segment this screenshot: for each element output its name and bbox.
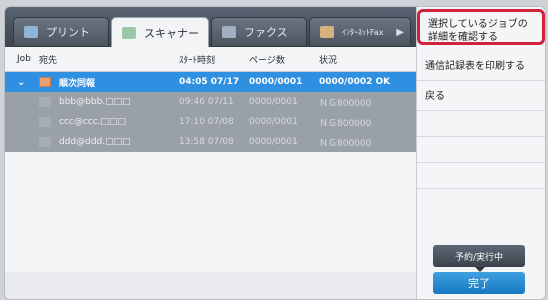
tab-label: ｲﾝﾀｰﾈｯﾄFax <box>342 27 384 37</box>
scanner-icon <box>122 26 136 39</box>
table-row[interactable]: ccc@ccc.□□□ 17:10 07/08 0000/0001 ＮＧ8000… <box>5 112 417 132</box>
next-tab-icon[interactable]: ▶ <box>396 27 404 38</box>
tab-label: ファクス <box>244 26 288 39</box>
col-time: ｽﾀｰﾄ時刻 <box>179 55 216 66</box>
table-row[interactable]: ddd@ddd.□□□ 13:58 07/08 0000/0001 ＮＧ8000… <box>5 132 417 152</box>
tab-scanner[interactable]: スキャナー <box>111 17 209 47</box>
panel-empty-slot <box>417 163 545 189</box>
job-status-screen: プリント スキャナー ファクス ｲﾝﾀｰﾈｯﾄFax ▶ Job 宛先 ｽﾀｰﾄ… <box>4 6 546 300</box>
tab-internet-fax[interactable]: ｲﾝﾀｰﾈｯﾄFax ▶ <box>309 17 411 47</box>
row-pages: 0000/0001 <box>249 97 298 107</box>
col-pages: ページ数 <box>249 55 285 66</box>
row-dest-text: bbb@bbb.□□□ <box>59 97 131 107</box>
fax-icon <box>222 26 236 38</box>
col-status: 状況 <box>319 55 338 66</box>
tab-label: スキャナー <box>144 26 199 40</box>
row-dest: ccc@ccc.□□□ <box>39 117 179 127</box>
tab-label: プリント <box>46 26 90 39</box>
row-time: 13:58 07/08 <box>179 137 234 147</box>
tab-fax[interactable]: ファクス <box>211 17 307 47</box>
envelope-icon <box>39 77 51 87</box>
check-job-details-label: 選択しているジョブの詳細を確認する <box>428 19 528 43</box>
tab-print[interactable]: プリント <box>13 17 109 47</box>
row-dest-text: ccc@ccc.□□□ <box>59 117 127 127</box>
row-dest: bbb@bbb.□□□ <box>39 97 179 107</box>
row-pages: 0000/0001 <box>249 137 298 147</box>
tab-bar: プリント スキャナー ファクス ｲﾝﾀｰﾈｯﾄFax ▶ <box>5 7 417 47</box>
row-status: ＮＧ800000 <box>319 138 372 149</box>
print-comm-log-button[interactable]: 通信記録表を印刷する <box>417 51 545 81</box>
panel-empty-slot <box>417 137 545 163</box>
check-job-details-button[interactable]: 選択しているジョブの詳細を確認する <box>417 9 545 45</box>
panel-empty-slot <box>417 111 545 137</box>
chevron-down-icon[interactable]: ⌄ <box>5 77 39 88</box>
row-time: 04:05 07/17 <box>179 77 240 87</box>
done-button[interactable]: 完了 <box>433 272 525 294</box>
envelope-icon <box>39 137 51 147</box>
row-dest-text: 順次同報 <box>59 78 96 89</box>
row-dest: 順次同報 <box>39 76 179 89</box>
row-dest: ddd@ddd.□□□ <box>39 137 179 147</box>
printer-icon <box>24 26 38 38</box>
right-panel: 選択しているジョブの詳細を確認する 通信記録表を印刷する 戻る 予約/実行中 完… <box>416 7 545 299</box>
table-row[interactable]: bbb@bbb.□□□ 09:46 07/11 0000/0001 ＮＧ8000… <box>5 92 417 112</box>
row-dest-text: ddd@ddd.□□□ <box>59 137 131 147</box>
row-status: ＮＧ800000 <box>319 98 372 109</box>
table-row[interactable]: ⌄ 順次同報 04:05 07/17 0000/0001 0000/0002 O… <box>5 72 417 92</box>
row-pages: 0000/0001 <box>249 117 298 127</box>
back-button[interactable]: 戻る <box>417 81 545 111</box>
back-label: 戻る <box>425 91 445 102</box>
row-status: 0000/0002 OK <box>319 77 391 87</box>
envelope-icon <box>39 117 51 127</box>
queue-running-button[interactable]: 予約/実行中 <box>433 245 525 267</box>
table-empty-area <box>5 152 417 272</box>
row-pages: 0000/0001 <box>249 77 303 87</box>
print-comm-log-label: 通信記録表を印刷する <box>425 61 525 72</box>
internet-fax-icon <box>320 26 334 38</box>
row-time: 17:10 07/08 <box>179 117 234 127</box>
envelope-icon <box>39 97 51 107</box>
row-time: 09:46 07/11 <box>179 97 234 107</box>
col-dest: 宛先 <box>39 55 58 66</box>
table-header: Job 宛先 ｽﾀｰﾄ時刻 ページ数 状況 <box>5 47 417 72</box>
job-table: Job 宛先 ｽﾀｰﾄ時刻 ページ数 状況 ⌄ 順次同報 04:05 07/17… <box>5 47 417 272</box>
col-job: Job <box>17 54 31 64</box>
row-status: ＮＧ800000 <box>319 118 372 129</box>
